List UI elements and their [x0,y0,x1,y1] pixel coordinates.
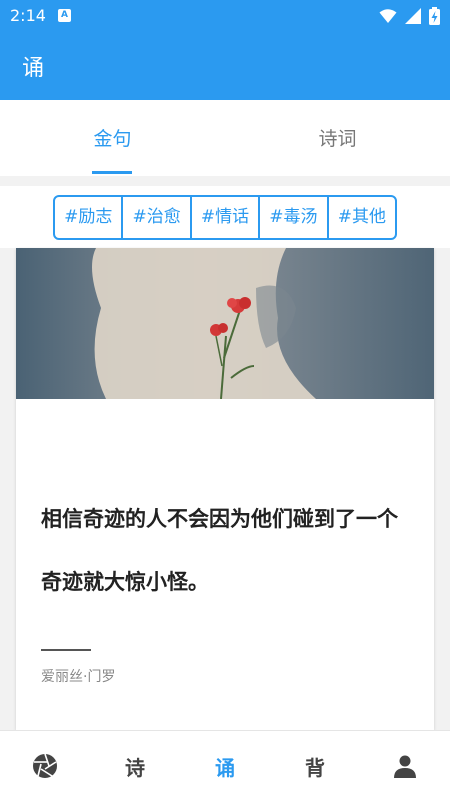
bottom-navigation: 诗 诵 背 [0,730,450,800]
chip-poison-soup[interactable]: #毒汤 [260,197,329,238]
nav-poems[interactable]: 诗 [90,731,180,800]
nav-recite[interactable]: 诵 [180,731,270,800]
battery-charging-icon [429,7,440,25]
quote-author: 爱丽丝·门罗 [41,669,116,685]
wifi-icon [379,9,397,23]
status-time: 2:14 [10,6,46,25]
category-chips: #励志 #治愈 #情话 #毒汤 #其他 [53,195,397,240]
nav-memorize[interactable]: 背 [270,731,360,800]
card-image [16,248,434,399]
quote-divider [41,649,91,651]
active-tab-indicator [92,171,132,174]
chip-love-words[interactable]: #情话 [192,197,261,238]
chip-healing[interactable]: #治愈 [123,197,192,238]
tab-bar: 金句 诗词 [0,100,450,176]
system-icons [379,7,440,25]
tab-poems[interactable]: 诗词 [225,124,450,151]
category-filter-row: #励志 #治愈 #情话 #毒汤 #其他 [0,186,450,248]
person-icon [394,755,416,778]
quote-text: 相信奇迹的人不会因为他们碰到了一个奇迹就大惊小怪。 [41,507,398,594]
chip-other[interactable]: #其他 [329,197,395,238]
nav-profile[interactable] [360,731,450,800]
page-title: 诵 [22,56,45,81]
quote-card[interactable]: 相信奇迹的人不会因为他们碰到了一个奇迹就大惊小怪。 爱丽丝·门罗 [16,248,434,730]
camera-shutter-icon [33,753,57,778]
app-bar: 诵 [0,32,450,100]
tab-golden-quotes[interactable]: 金句 [0,124,225,151]
status-bar: 2:14 A [0,0,450,32]
notification-badge-icon: A [58,9,71,22]
signal-icon [405,8,421,24]
nav-discover[interactable] [0,731,90,800]
chip-inspiration[interactable]: #励志 [55,197,124,238]
